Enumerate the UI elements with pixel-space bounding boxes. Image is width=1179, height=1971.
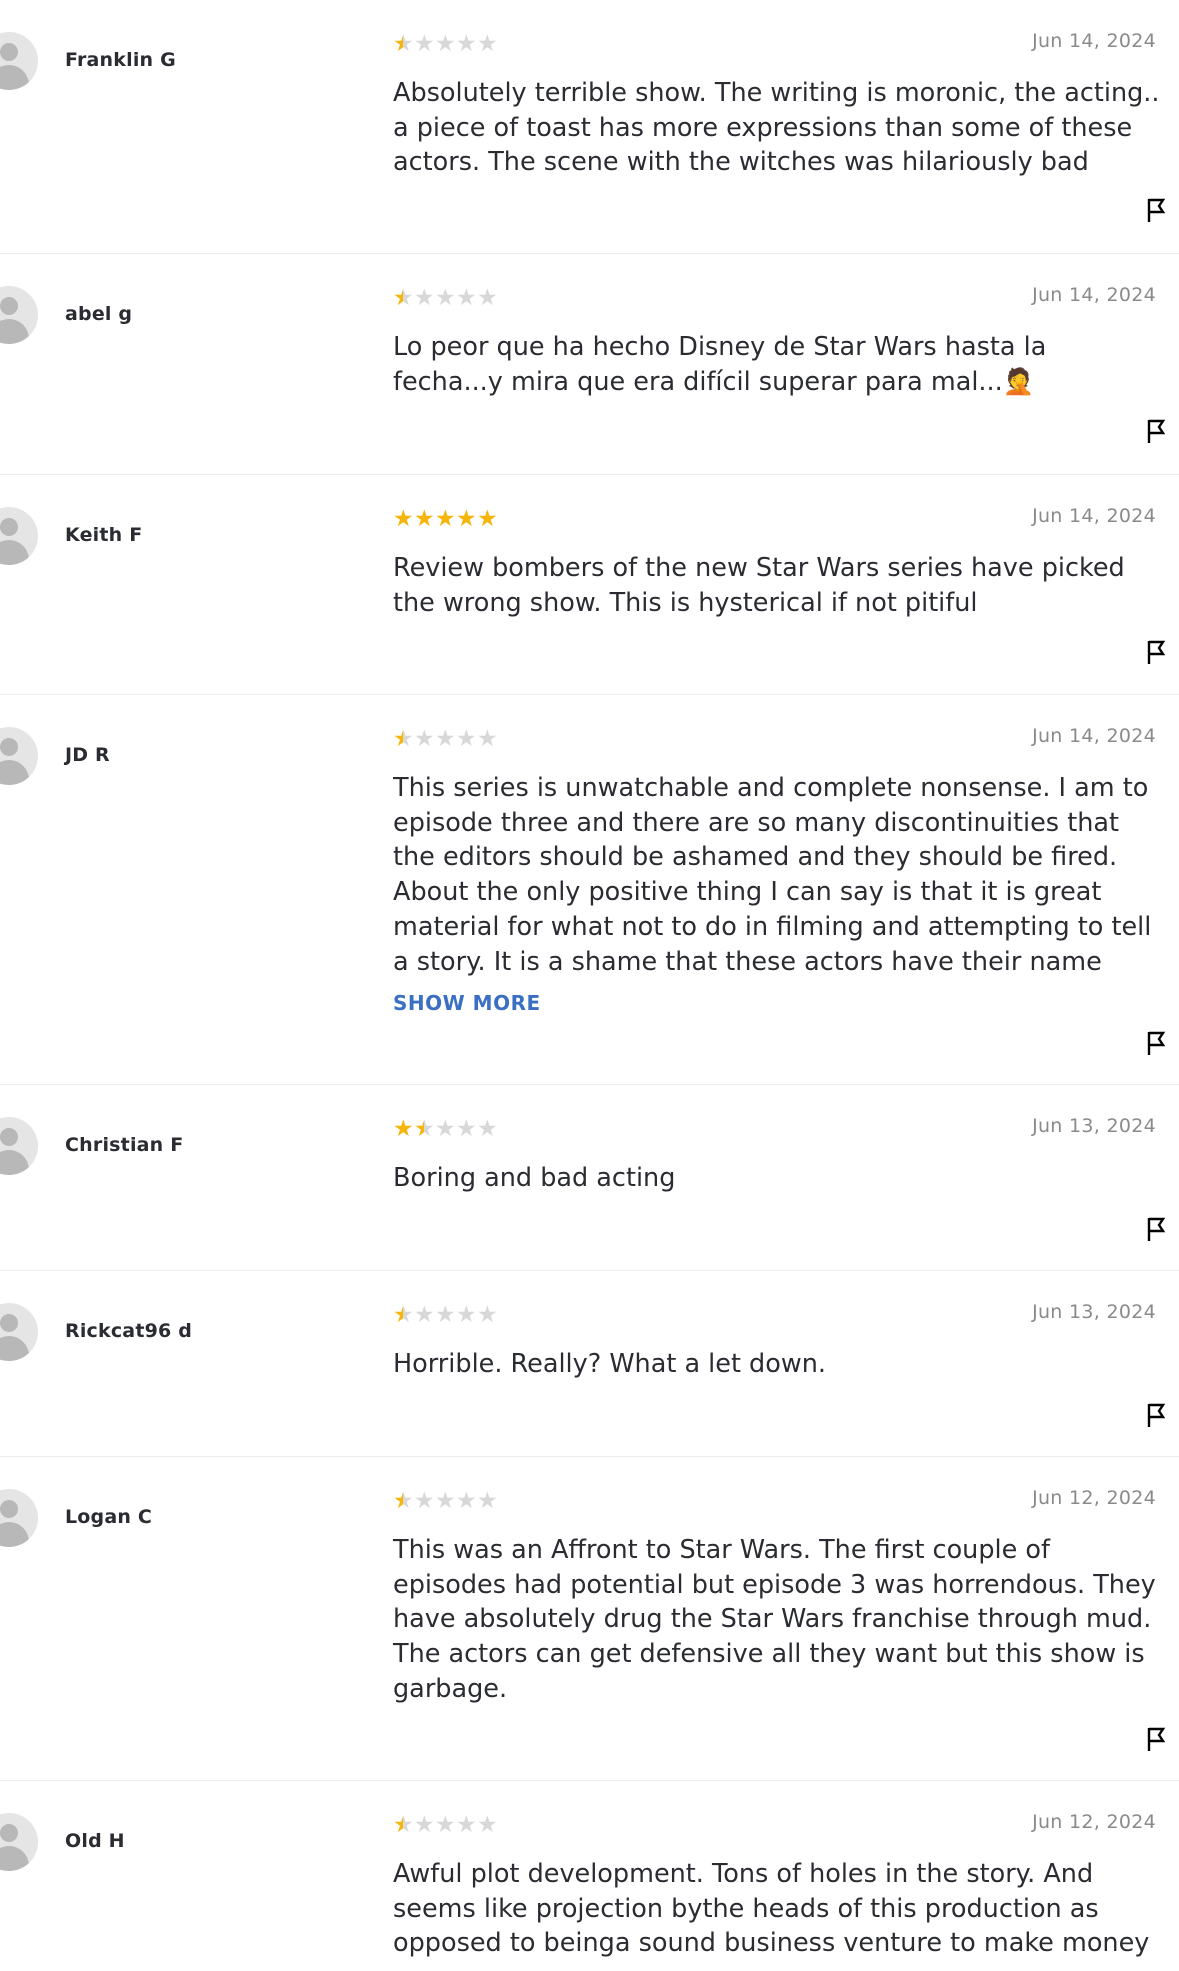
star-rating: ★ ★ ★ ★ ★: [393, 1812, 498, 1838]
reviewer-name: JD R: [65, 744, 110, 766]
review-card: abel g ★ ★ ★ ★ ★ Jun 14, 2024 Lo peor que ha…: [0, 254, 1179, 475]
review-text: Awful plot development. Tons of holes in…: [393, 1859, 1150, 1959]
star-icon: ★: [414, 1116, 435, 1142]
star-icon: ★: [393, 1488, 414, 1514]
star-icon: ★: [435, 285, 456, 311]
star-icon: ★: [393, 1812, 414, 1838]
review-card: JD R ★ ★ ★ ★ ★ Jun 14, 2024 This series is u…: [0, 695, 1179, 1085]
avatar: [0, 1813, 38, 1871]
review-card: Old H ★ ★ ★ ★ ★ Jun 12, 2024 Awful plot deve…: [0, 1781, 1179, 1971]
flag-icon[interactable]: [1145, 1215, 1167, 1243]
star-icon: ★: [414, 1488, 435, 1514]
star-icon: ★: [477, 285, 498, 311]
star-icon: ★: [393, 31, 414, 57]
review-card: Rickcat96 d ★ ★ ★ ★ ★ Jun 13, 2024 Horrible.…: [0, 1271, 1179, 1457]
star-icon: ★: [393, 506, 414, 532]
star-icon: ★: [435, 506, 456, 532]
star-icon: ★: [414, 31, 435, 57]
star-icon: ★: [435, 726, 456, 752]
star-icon: ★: [435, 1116, 456, 1142]
avatar: [0, 1303, 38, 1361]
avatar: [0, 507, 38, 565]
star-icon: ★: [456, 1116, 477, 1142]
star-icon: ★: [393, 1302, 414, 1328]
star-icon: ★: [435, 1488, 456, 1514]
review-text: Absolutely terrible show. The writing is…: [393, 78, 1160, 178]
flag-icon[interactable]: [1145, 196, 1167, 224]
review-date: Jun 13, 2024: [1032, 1115, 1156, 1137]
star-icon: ★: [435, 1812, 456, 1838]
review-card: Logan C ★ ★ ★ ★ ★ Jun 12, 2024 This was an A…: [0, 1457, 1179, 1781]
star-icon: ★: [456, 1812, 477, 1838]
star-icon: ★: [477, 1488, 498, 1514]
avatar: [0, 727, 38, 785]
flag-icon[interactable]: [1145, 1725, 1167, 1753]
reviewer-name: Logan C: [65, 1506, 153, 1528]
star-icon: ★: [414, 1302, 435, 1328]
review-card: Franklin G ★ ★ ★ ★ ★ Jun 14, 2024 Absolutely…: [0, 0, 1179, 254]
star-icon: ★: [414, 1812, 435, 1838]
flag-icon[interactable]: [1145, 1401, 1167, 1429]
star-icon: ★: [456, 726, 477, 752]
star-icon: ★: [456, 31, 477, 57]
review-date: Jun 14, 2024: [1032, 30, 1156, 52]
review-text: Horrible. Really? What a let down.: [393, 1349, 826, 1379]
reviewer-name: abel g: [65, 303, 133, 325]
flag-icon[interactable]: [1145, 1029, 1167, 1057]
star-icon: ★: [414, 726, 435, 752]
star-rating: ★ ★ ★ ★ ★: [393, 726, 498, 752]
star-icon: ★: [414, 506, 435, 532]
reviewer-name: Rickcat96 d: [65, 1320, 193, 1342]
flag-icon[interactable]: [1145, 638, 1167, 666]
review-text: Lo peor que ha hecho Disney de Star Wars…: [393, 332, 1047, 397]
star-rating: ★ ★ ★ ★ ★: [393, 506, 498, 532]
star-rating: ★ ★ ★ ★ ★: [393, 31, 498, 57]
review-text: This series is unwatchable and complete …: [393, 773, 1152, 977]
star-icon: ★: [477, 506, 498, 532]
reviewer-name: Christian F: [65, 1134, 184, 1156]
star-icon: ★: [477, 31, 498, 57]
star-icon: ★: [456, 506, 477, 532]
star-icon: ★: [477, 1302, 498, 1328]
review-text: This was an Affront to Star Wars. The fi…: [393, 1535, 1156, 1704]
review-text: Review bombers of the new Star Wars seri…: [393, 553, 1125, 618]
reviewer-name: Keith F: [65, 524, 143, 546]
star-rating: ★ ★ ★ ★ ★: [393, 1116, 498, 1142]
review-date: Jun 12, 2024: [1032, 1487, 1156, 1509]
star-rating: ★ ★ ★ ★ ★: [393, 1302, 498, 1328]
review-date: Jun 13, 2024: [1032, 1301, 1156, 1323]
review-card: Christian F ★ ★ ★ ★ ★ Jun 13, 2024 Boring an…: [0, 1085, 1179, 1271]
reviewer-name: Franklin G: [65, 49, 176, 71]
star-icon: ★: [393, 1116, 414, 1142]
star-icon: ★: [456, 1302, 477, 1328]
show-more-button[interactable]: SHOW MORE: [393, 991, 541, 1015]
review-date: Jun 14, 2024: [1032, 725, 1156, 747]
review-list: Franklin G ★ ★ ★ ★ ★ Jun 14, 2024 Absolutely…: [0, 0, 1179, 1971]
star-icon: ★: [456, 1488, 477, 1514]
avatar: [0, 32, 38, 90]
review-card: Keith F ★ ★ ★ ★ ★ Jun 14, 2024 Review bomber…: [0, 475, 1179, 695]
review-text: Boring and bad acting: [393, 1163, 676, 1193]
avatar: [0, 1117, 38, 1175]
avatar: [0, 286, 38, 344]
avatar: [0, 1489, 38, 1547]
star-rating: ★ ★ ★ ★ ★: [393, 1488, 498, 1514]
star-icon: ★: [456, 285, 477, 311]
star-rating: ★ ★ ★ ★ ★: [393, 285, 498, 311]
star-icon: ★: [414, 285, 435, 311]
star-icon: ★: [393, 285, 414, 311]
star-icon: ★: [477, 1812, 498, 1838]
star-icon: ★: [477, 726, 498, 752]
star-icon: ★: [477, 1116, 498, 1142]
review-date: Jun 14, 2024: [1032, 505, 1156, 527]
review-date: Jun 14, 2024: [1032, 284, 1156, 306]
flag-icon[interactable]: [1145, 417, 1167, 445]
star-icon: ★: [393, 726, 414, 752]
reviewer-name: Old H: [65, 1830, 125, 1852]
star-icon: ★: [435, 1302, 456, 1328]
review-date: Jun 12, 2024: [1032, 1811, 1156, 1833]
star-icon: ★: [435, 31, 456, 57]
